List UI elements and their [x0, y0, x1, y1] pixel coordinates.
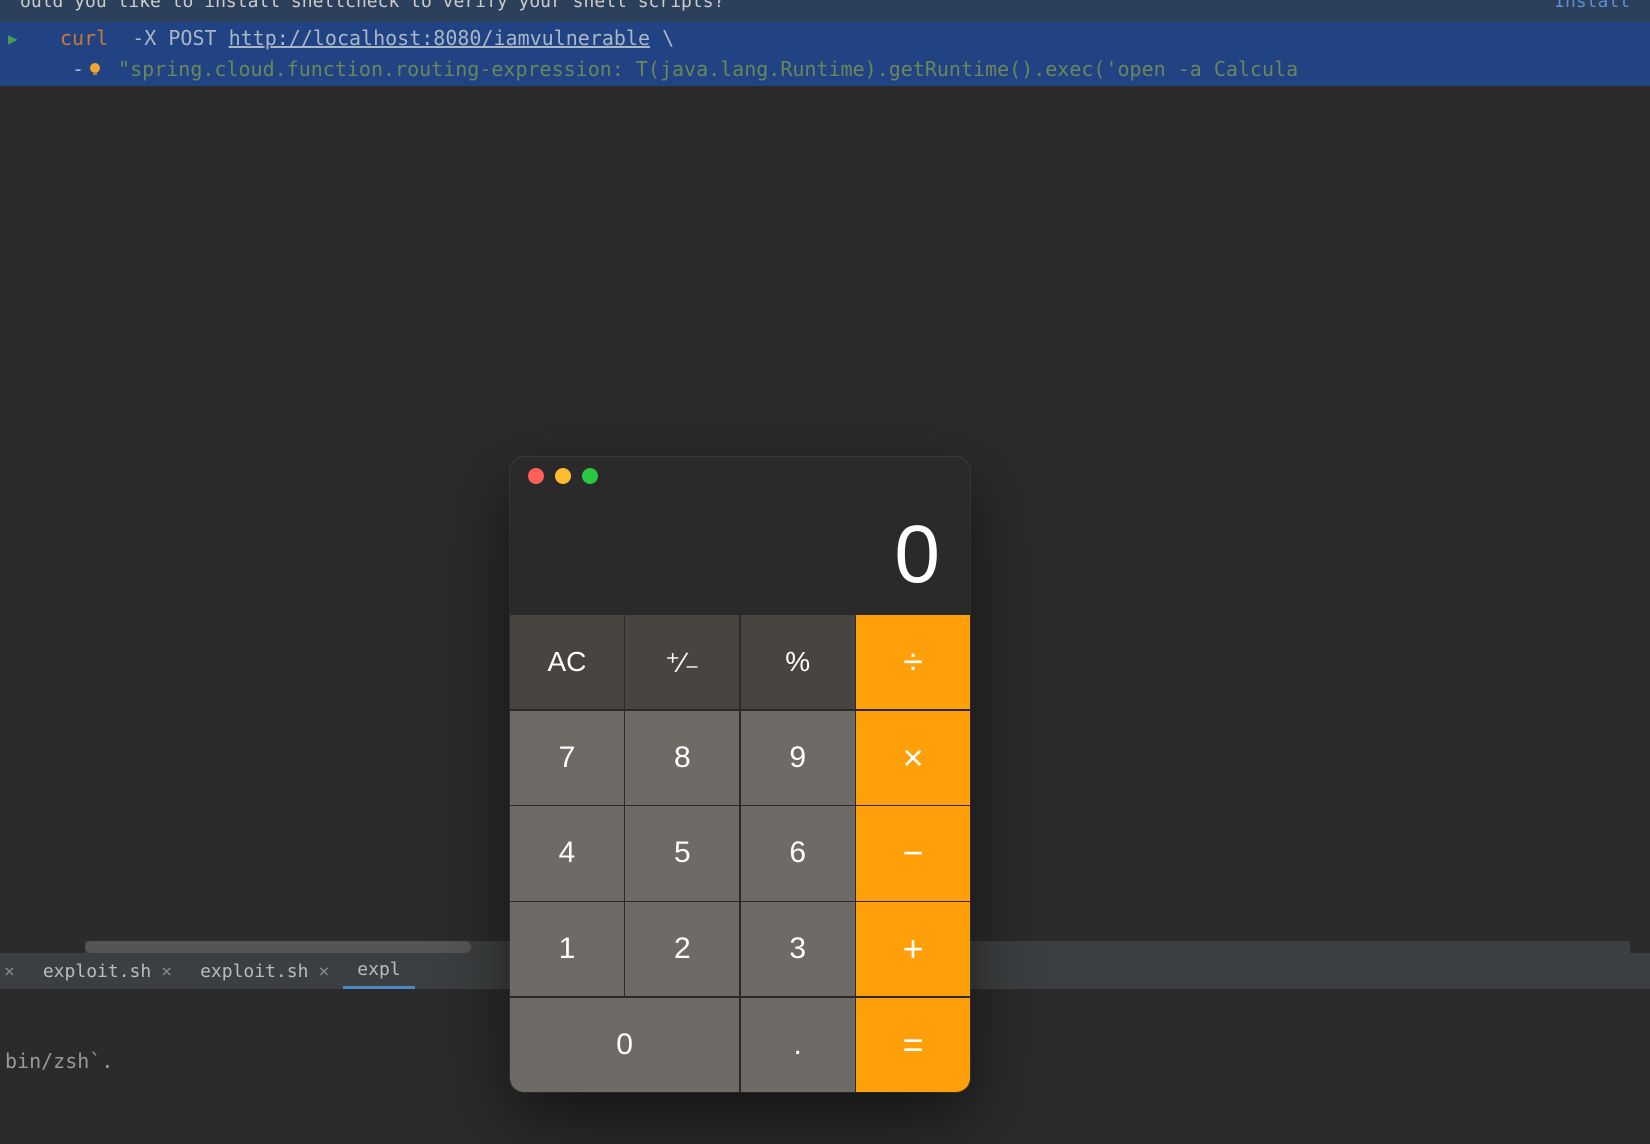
close-icon[interactable]: ×	[318, 961, 329, 982]
calc-6-button[interactable]: 6	[741, 806, 855, 900]
calc-5-button[interactable]: 5	[625, 806, 739, 900]
calc-8-button[interactable]: 8	[625, 711, 739, 805]
calc-minus-button[interactable]: −	[856, 806, 970, 900]
tab-label: expl	[357, 959, 400, 980]
tab-exploit-1[interactable]: exploit.sh ×	[29, 953, 186, 989]
calculator-window[interactable]: 0 AC ⁺∕₋ % ÷ 7 8 9 × 4 5 6 − 1 2 3 + 0 .…	[510, 457, 970, 1092]
calc-2-button[interactable]: 2	[625, 902, 739, 996]
tab-exploit-2[interactable]: exploit.sh ×	[186, 953, 343, 989]
bulb-icon[interactable]	[86, 59, 104, 83]
calc-multiply-button[interactable]: ×	[856, 711, 970, 805]
calc-9-button[interactable]: 9	[741, 711, 855, 805]
code-line-1[interactable]: ▶ curl -X POST http://localhost:8080/iam…	[0, 22, 1650, 54]
terminal-output: bin/zsh`.	[5, 1049, 113, 1073]
calc-0-button[interactable]: 0	[510, 998, 739, 1092]
code-content-2: - "spring.cloud.function.routing-express…	[72, 57, 1298, 83]
tab-partial-close[interactable]: ×	[0, 953, 29, 989]
calc-decimal-button[interactable]: .	[741, 998, 855, 1092]
calc-divide-button[interactable]: ÷	[856, 615, 970, 709]
calc-7-button[interactable]: 7	[510, 711, 624, 805]
calc-1-button[interactable]: 1	[510, 902, 624, 996]
install-link[interactable]: Install	[1554, 0, 1630, 12]
run-icon[interactable]: ▶	[8, 29, 18, 48]
calculator-titlebar[interactable]	[510, 457, 970, 495]
code-content-1: curl -X POST http://localhost:8080/iamvu…	[60, 26, 674, 50]
calc-ac-button[interactable]: AC	[510, 615, 624, 709]
tab-label: exploit.sh	[43, 961, 151, 982]
maximize-window-icon[interactable]	[582, 468, 598, 484]
minimize-window-icon[interactable]	[555, 468, 571, 484]
close-window-icon[interactable]	[528, 468, 544, 484]
code-line-2[interactable]: - "spring.cloud.function.routing-express…	[0, 54, 1650, 86]
tab-label: exploit.sh	[200, 961, 308, 982]
gutter-1: ▶	[0, 29, 60, 48]
calc-percent-button[interactable]: %	[741, 615, 855, 709]
scrollbar-thumb[interactable]	[85, 941, 471, 953]
tab-exploit-active[interactable]: expl	[343, 953, 414, 989]
calc-3-button[interactable]: 3	[741, 902, 855, 996]
notification-text: ould you like to install shellcheck to v…	[20, 0, 724, 12]
calc-plus-button[interactable]: +	[856, 902, 970, 996]
calculator-display: 0	[510, 495, 970, 615]
calc-equals-button[interactable]: =	[856, 998, 970, 1092]
close-icon[interactable]: ×	[161, 961, 172, 982]
calc-plusminus-button[interactable]: ⁺∕₋	[625, 615, 739, 709]
shellcheck-notification: ould you like to install shellcheck to v…	[0, 0, 1650, 22]
close-icon[interactable]: ×	[4, 961, 15, 982]
calc-4-button[interactable]: 4	[510, 806, 624, 900]
calculator-keypad: AC ⁺∕₋ % ÷ 7 8 9 × 4 5 6 − 1 2 3 + 0 . =	[510, 615, 970, 1092]
